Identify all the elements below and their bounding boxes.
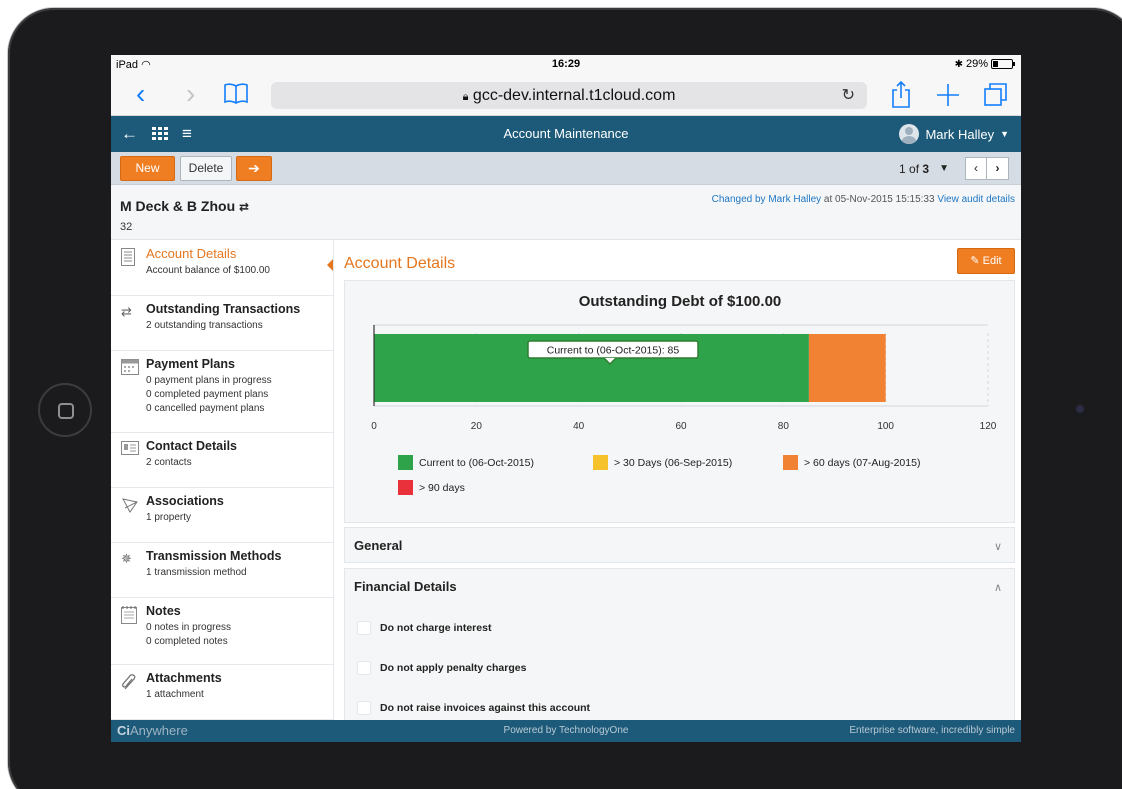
pencil-icon: ✎: [970, 255, 980, 267]
checkbox[interactable]: [357, 621, 371, 635]
financial-details-section: Financial Details ∧ Do not charge intere…: [344, 568, 1015, 720]
sidebar-item-account-details[interactable]: Account Details Account balance of $100.…: [111, 240, 333, 296]
checkbox[interactable]: [357, 701, 371, 715]
pager-dropdown-icon[interactable]: ▼: [939, 163, 949, 174]
record-header: M Deck & B Zhou ⇄ 32 Changed by Mark Hal…: [111, 185, 1021, 240]
url-text: gcc-dev.internal.t1cloud.com: [472, 87, 676, 104]
x-tick-label: 120: [980, 421, 997, 432]
audit-info: Changed by Mark Halley at 05-Nov-2015 15…: [711, 194, 1015, 205]
audit-user-link[interactable]: Mark Halley: [768, 194, 821, 205]
checkbox[interactable]: [357, 661, 371, 675]
avatar: [899, 124, 920, 144]
legend-label: > 90 days: [419, 481, 465, 494]
checkbox-no-invoices[interactable]: Do not raise invoices against this accou…: [357, 701, 590, 715]
delete-button[interactable]: Delete: [180, 156, 232, 181]
legend-swatch: [593, 455, 608, 470]
legend-swatch: [398, 480, 413, 495]
arrow-right-icon: ➔: [248, 160, 260, 176]
x-tick-label: 0: [371, 421, 377, 432]
general-section-header[interactable]: General ∨: [344, 527, 1015, 563]
sidebar-item-payment-plans[interactable]: Payment Plans 0 payment plans in progres…: [111, 351, 333, 433]
page-title: Account Maintenance: [503, 126, 629, 141]
user-name: Mark Halley: [925, 126, 995, 142]
app-footer: CiAnywhere Powered by TechnologyOne Ente…: [111, 720, 1021, 742]
pager-count: 1 of 3: [899, 161, 930, 176]
sidebar-item-contact-details[interactable]: Contact Details 2 contacts: [111, 433, 333, 488]
sidebar-item-attachments[interactable]: Attachments 1 attachment: [111, 665, 333, 720]
new-button[interactable]: New: [120, 156, 175, 181]
action-toolbar: New Delete ➔ 1 of 3 ▼ ‹ ›: [111, 152, 1021, 185]
legend-swatch: [783, 455, 798, 470]
forward-chevron-icon[interactable]: ›: [186, 80, 195, 108]
section-sidebar: Account Details Account balance of $100.…: [111, 240, 334, 720]
sidebar-item-associations[interactable]: Associations 1 property: [111, 488, 333, 543]
user-menu[interactable]: Mark Halley ▼: [899, 124, 1009, 144]
main-panel: Account Details ✎ Edit Outstanding Debt …: [335, 240, 1021, 720]
process-arrow-button[interactable]: ➔: [236, 156, 272, 181]
account-name: M Deck & B Zhou ⇄: [120, 198, 250, 214]
chart-tooltip: Current to (06-Oct-2015): 85: [547, 345, 680, 357]
home-button[interactable]: [38, 383, 92, 437]
screen: iPad ◠ 16:29 ✱ 29% ‹ › 🔒︎ gcc-dev.intern…: [111, 55, 1021, 742]
notepad-icon: [121, 606, 139, 624]
legend-item[interactable]: > 60 days (07-Aug-2015): [783, 455, 920, 470]
network-icon: [121, 496, 139, 513]
paperclip-icon: [121, 673, 139, 690]
legend-item[interactable]: > 90 days: [398, 480, 465, 495]
calendar-icon: [121, 359, 139, 375]
bookmarks-book-icon[interactable]: [223, 81, 249, 110]
battery-status: ✱ 29%: [954, 58, 1015, 70]
document-list-icon: [121, 248, 139, 266]
chevron-up-icon[interactable]: ∧: [994, 581, 1002, 594]
legend-item[interactable]: > 30 Days (06-Sep-2015): [593, 455, 732, 470]
bluetooth-icon: ✱: [954, 58, 963, 70]
share-icon[interactable]: [891, 80, 911, 114]
edit-button[interactable]: ✎ Edit: [957, 248, 1015, 274]
battery-icon: [991, 59, 1015, 69]
x-tick-label: 40: [573, 421, 585, 432]
x-tick-label: 60: [675, 421, 687, 432]
caret-down-icon: ▼: [1000, 129, 1009, 139]
sidebar-item-notes[interactable]: Notes 0 notes in progress 0 completed no…: [111, 598, 333, 665]
x-tick-label: 20: [471, 421, 483, 432]
reload-icon[interactable]: ↻: [842, 82, 855, 109]
transmission-icon: ✵: [121, 551, 132, 566]
lock-icon: 🔒︎: [462, 91, 469, 103]
swap-arrows-icon[interactable]: ⇄: [239, 200, 249, 214]
back-chevron-icon[interactable]: ‹: [136, 80, 145, 108]
debt-chart-card: Outstanding Debt of $100.00 0 20 40 60 80 100 1…: [344, 280, 1015, 523]
section-title: Account Details: [344, 255, 456, 272]
legend-label: > 60 days (07-Aug-2015): [804, 456, 921, 469]
record-pager: 1 of 3 ▼ ‹ ›: [899, 157, 1009, 180]
x-tick-label: 80: [778, 421, 790, 432]
legend-swatch: [398, 455, 413, 470]
financial-details-header[interactable]: Financial Details: [354, 579, 457, 594]
checkbox-no-interest[interactable]: Do not charge interest: [357, 621, 491, 635]
legend-label: Current to (06-Oct-2015): [419, 456, 534, 469]
legend-item[interactable]: Current to (06-Oct-2015): [398, 455, 534, 470]
contact-card-icon: [121, 441, 139, 457]
legend-label: > 30 Days (06-Sep-2015): [614, 456, 733, 469]
account-number: 32: [120, 221, 133, 233]
address-bar[interactable]: 🔒︎ gcc-dev.internal.t1cloud.com ↻: [271, 82, 867, 109]
next-record-button[interactable]: ›: [987, 157, 1009, 180]
previous-record-button[interactable]: ‹: [965, 157, 987, 180]
ios-status-bar: iPad ◠ 16:29 ✱ 29%: [111, 55, 1021, 74]
app-header: ← ≡ Account Maintenance Mark Halley ▼: [111, 116, 1021, 152]
chart-title: Outstanding Debt of $100.00: [579, 293, 782, 310]
browser-toolbar: ‹ › 🔒︎ gcc-dev.internal.t1cloud.com ↻: [111, 74, 1021, 116]
new-tab-plus-icon[interactable]: [936, 81, 960, 114]
sidebar-item-transmission-methods[interactable]: ✵ Transmission Methods 1 transmission me…: [111, 543, 333, 598]
bar-segment-2: [808, 334, 886, 402]
clock: 16:29: [551, 58, 581, 70]
x-tick-label: 100: [877, 421, 894, 432]
footer-tagline: Enterprise software, incredibly simple: [849, 725, 1015, 736]
chevron-down-icon: ∨: [993, 541, 1002, 553]
camera-icon: [1076, 405, 1084, 413]
sidebar-item-outstanding-transactions[interactable]: ⇄ Outstanding Transactions 2 outstanding…: [111, 296, 333, 351]
checkbox-no-penalty[interactable]: Do not apply penalty charges: [357, 661, 526, 675]
view-audit-link[interactable]: View audit details: [937, 194, 1015, 205]
transfer-arrows-icon: ⇄: [121, 304, 132, 319]
tabs-icon[interactable]: [983, 81, 1009, 114]
